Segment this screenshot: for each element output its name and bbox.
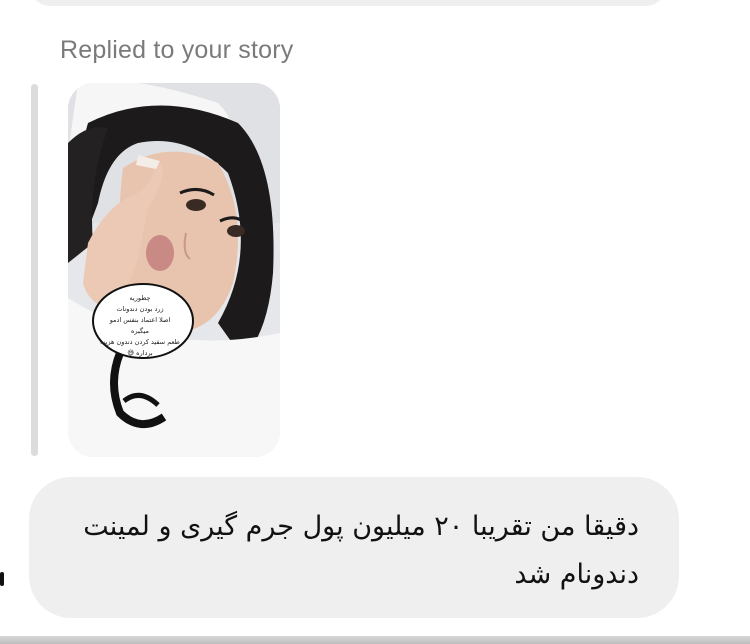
previous-message-bubble[interactable] — [28, 0, 668, 6]
dm-thread: Replied to your story چطوریه زرد بودن دن… — [0, 0, 750, 644]
sticker-line: چطوریه — [129, 294, 151, 302]
sticker-line: زرد بودن دندونات — [116, 305, 164, 313]
sticker-line: اصلا اعتماد بنفس ادمو میگیره — [109, 316, 171, 335]
story-image — [68, 83, 280, 457]
bottom-edge-bar — [0, 636, 750, 644]
left-edge-mark — [0, 572, 4, 586]
message-bubble[interactable]: دقیقا من تقریبا ۲۰ میلیون پول جرم گیری و… — [29, 477, 679, 618]
message-text: دقیقا من تقریبا ۲۰ میلیون پول جرم گیری و… — [83, 511, 639, 590]
story-sticker-text: چطوریه زرد بودن دندونات اصلا اعتماد بنفس… — [100, 293, 180, 359]
story-reply-label: Replied to your story — [60, 36, 294, 64]
reply-quote-bar — [31, 84, 38, 456]
sticker-line: طعم سفید کردن دندون هزینه برداره 😅 — [100, 338, 180, 357]
story-thumbnail[interactable] — [68, 83, 280, 457]
